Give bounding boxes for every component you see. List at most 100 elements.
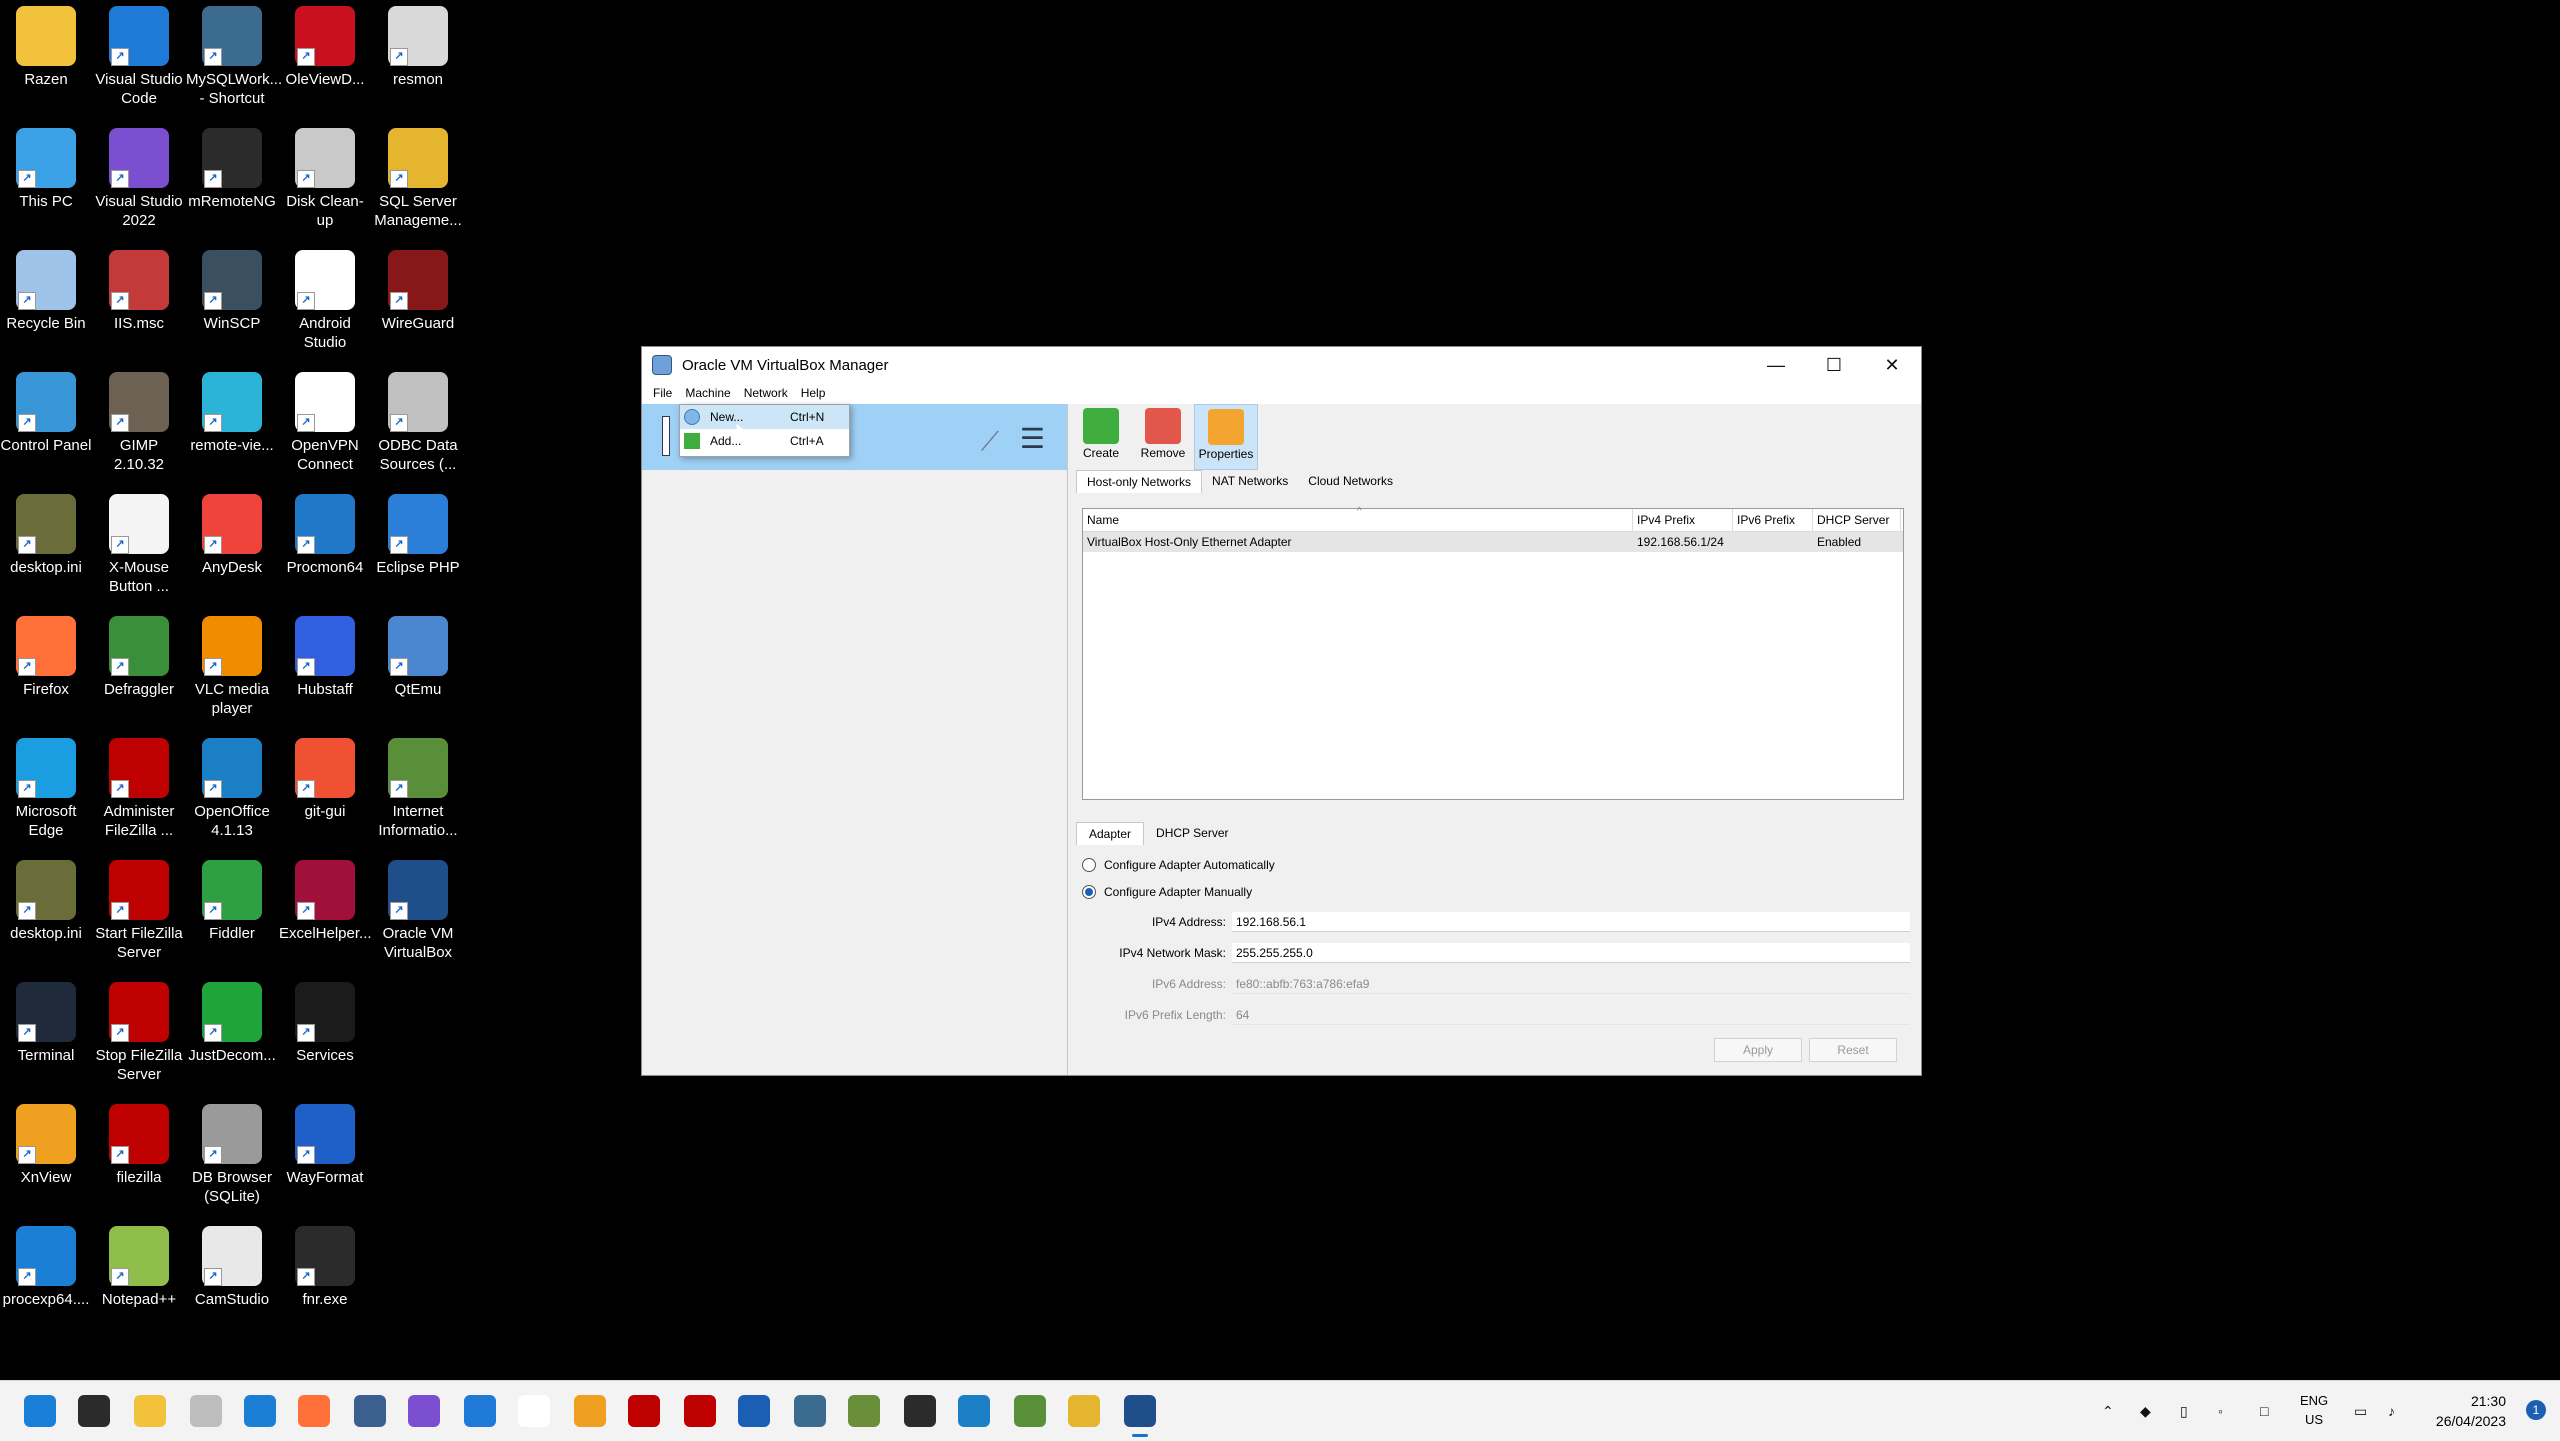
virtualbox-taskbar-icon[interactable] <box>1124 1395 1156 1437</box>
desktop-icon[interactable]: ↗ Stop FileZilla Server <box>93 976 185 1084</box>
desktop-icon[interactable]: ↗ JustDecom... <box>186 976 278 1065</box>
word-icon[interactable] <box>518 1395 550 1427</box>
tray-app-icon[interactable]: ◦ <box>2218 1381 2223 1441</box>
desktop-icon[interactable]: ↗ Procmon64 <box>279 488 371 577</box>
desktop-icon[interactable]: ↗ QtEmu <box>372 610 464 699</box>
desktop-icon[interactable]: Razen <box>0 0 92 89</box>
tab-adapter[interactable]: Adapter <box>1076 822 1145 845</box>
procexp-icon[interactable] <box>244 1395 276 1427</box>
minimize-button[interactable]: — <box>1747 347 1805 383</box>
desktop-icon[interactable]: ↗ mRemoteNG <box>186 122 278 211</box>
tab-cloud-networks[interactable]: Cloud Networks <box>1298 470 1403 493</box>
desktop-icon[interactable]: ↗ This PC <box>0 122 92 211</box>
resmon-icon[interactable] <box>190 1395 222 1427</box>
menu-machine[interactable]: Machine <box>680 384 738 402</box>
desktop-icon[interactable]: ↗ WinSCP <box>186 244 278 333</box>
desktop-icon[interactable]: ↗ resmon <box>372 0 464 89</box>
gimp-icon[interactable] <box>848 1395 880 1427</box>
visual-studio-icon[interactable] <box>408 1395 440 1427</box>
desktop-icon[interactable]: ↗ Recycle Bin <box>0 244 92 333</box>
vscode-icon[interactable] <box>464 1395 496 1427</box>
desktop-icon[interactable]: ↗ Administer FileZilla ... <box>93 732 185 840</box>
desktop-icon[interactable]: ↗ Eclipse PHP <box>372 488 464 577</box>
menu-item-new[interactable]: New... Ctrl+N <box>680 405 849 429</box>
iis-icon[interactable] <box>1014 1395 1046 1427</box>
volume-icon[interactable]: ♪ <box>2388 1381 2395 1441</box>
apply-button[interactable]: Apply <box>1714 1038 1802 1062</box>
network-icon[interactable]: ▭ <box>2354 1381 2367 1441</box>
filezilla-server-icon[interactable] <box>684 1395 716 1427</box>
tools-menu-icon[interactable]: ☰ <box>1020 422 1045 455</box>
tray-overflow-chevron-icon[interactable]: ⌃ <box>2102 1381 2114 1441</box>
desktop-icon[interactable]: ↗ WireGuard <box>372 244 464 333</box>
firefox-icon[interactable] <box>298 1395 330 1427</box>
table-row[interactable]: VirtualBox Host-Only Ethernet Adapter 19… <box>1083 532 1903 552</box>
menu-item-add[interactable]: Add... Ctrl+A <box>680 429 849 453</box>
column-ipv4-prefix[interactable]: IPv4 Prefix <box>1633 509 1733 531</box>
desktop-icon[interactable]: ↗ OleViewD... <box>279 0 371 89</box>
xnview-icon[interactable] <box>574 1395 606 1427</box>
desktop-icon[interactable]: ↗ Microsoft Edge <box>0 732 92 840</box>
desktop-icon[interactable]: ↗ WayFormat <box>279 1098 371 1187</box>
desktop-icon[interactable]: ↗ Internet Informatio... <box>372 732 464 840</box>
desktop-icon[interactable]: ↗ CamStudio <box>186 1220 278 1309</box>
configure-manual-radio[interactable]: Configure Adapter Manually <box>1082 885 1252 899</box>
task-view-icon[interactable] <box>78 1395 110 1427</box>
desktop-icon[interactable]: ↗ Firefox <box>0 610 92 699</box>
desktop-icon[interactable]: ↗ OpenVPN Connect <box>279 366 371 474</box>
desktop-icon[interactable]: ↗ OpenOffice 4.1.13 <box>186 732 278 840</box>
desktop-icon[interactable]: ↗ Android Studio <box>279 244 371 352</box>
filezilla-icon[interactable] <box>628 1395 660 1427</box>
desktop-icon[interactable]: ↗ Disk Clean-up <box>279 122 371 230</box>
input-language-indicator[interactable]: ENG US <box>2300 1391 2328 1429</box>
desktop-icon[interactable]: ↗ desktop.ini <box>0 488 92 577</box>
desktop-icon[interactable]: ↗ remote-vie... <box>186 366 278 455</box>
desktop-icon[interactable]: ↗ XnView <box>0 1098 92 1187</box>
pin-icon[interactable]: ⟋ <box>981 426 999 458</box>
tab-dhcp-server[interactable]: DHCP Server <box>1144 822 1240 845</box>
desktop-icon[interactable]: ↗ Services <box>279 976 371 1065</box>
notepad-icon[interactable] <box>354 1395 386 1427</box>
column-dhcp-server[interactable]: DHCP Server <box>1813 509 1901 531</box>
configure-auto-radio[interactable]: Configure Adapter Automatically <box>1082 858 1275 872</box>
clock[interactable]: 21:30 26/04/2023 <box>2436 1391 2506 1431</box>
desktop-icon[interactable]: ↗ procexp64.... <box>0 1220 92 1309</box>
menu-network[interactable]: Network <box>739 384 796 402</box>
mysql-workbench-icon[interactable] <box>794 1395 826 1427</box>
desktop-icon[interactable]: ↗ IIS.msc <box>93 244 185 333</box>
desktop-icon[interactable]: ↗ GIMP 2.10.32 <box>93 366 185 474</box>
mremoteng-icon[interactable] <box>904 1395 936 1427</box>
reset-button[interactable]: Reset <box>1809 1038 1897 1062</box>
sql-server-icon[interactable] <box>1068 1395 1100 1427</box>
remove-button[interactable]: Remove <box>1132 404 1194 470</box>
desktop-icon[interactable]: ↗ Terminal <box>0 976 92 1065</box>
desktop-icon[interactable]: ↗ MySQLWork... - Shortcut <box>186 0 282 108</box>
desktop-icon[interactable]: ↗ Defraggler <box>93 610 185 699</box>
desktop-icon[interactable]: ↗ SQL Server Manageme... <box>372 122 464 230</box>
menu-file[interactable]: File <box>648 384 680 402</box>
ipv4-address-input[interactable]: 192.168.56.1 <box>1232 912 1910 932</box>
desktop-icon[interactable]: ↗ desktop.ini <box>0 854 92 943</box>
desktop-icon[interactable]: ↗ VLC media player <box>186 610 278 718</box>
tab-nat-networks[interactable]: NAT Networks <box>1202 470 1298 493</box>
openoffice-icon[interactable] <box>958 1395 990 1427</box>
menu-help[interactable]: Help <box>796 384 834 402</box>
shield-icon[interactable] <box>738 1395 770 1427</box>
desktop-icon[interactable]: ↗ Hubstaff <box>279 610 371 699</box>
desktop-icon[interactable]: ↗ Visual Studio 2022 <box>93 122 185 230</box>
desktop-icon[interactable]: ↗ ODBC Data Sources (... <box>372 366 464 474</box>
desktop-icon[interactable]: ↗ filezilla <box>93 1098 185 1187</box>
desktop-icon[interactable]: ↗ Notepad++ <box>93 1220 185 1309</box>
desktop-icon[interactable]: ↗ DB Browser (SQLite) <box>186 1098 278 1206</box>
tab-host-only-networks[interactable]: Host-only Networks <box>1076 470 1203 493</box>
desktop-icon[interactable]: ↗ ExcelHelper... <box>279 854 372 943</box>
desktop-icon[interactable]: ↗ Control Panel <box>0 366 92 455</box>
notification-badge[interactable]: 1 <box>2526 1400 2546 1420</box>
close-button[interactable]: ✕ <box>1863 347 1921 383</box>
properties-button[interactable]: Properties <box>1194 404 1258 470</box>
desktop-icon[interactable]: ↗ fnr.exe <box>279 1220 371 1309</box>
maximize-button[interactable]: ☐ <box>1805 347 1863 383</box>
desktop-icon[interactable]: ↗ Start FileZilla Server <box>93 854 185 962</box>
usb-tray-icon[interactable]: ▯ <box>2180 1381 2188 1441</box>
file-explorer-icon[interactable] <box>134 1395 166 1427</box>
